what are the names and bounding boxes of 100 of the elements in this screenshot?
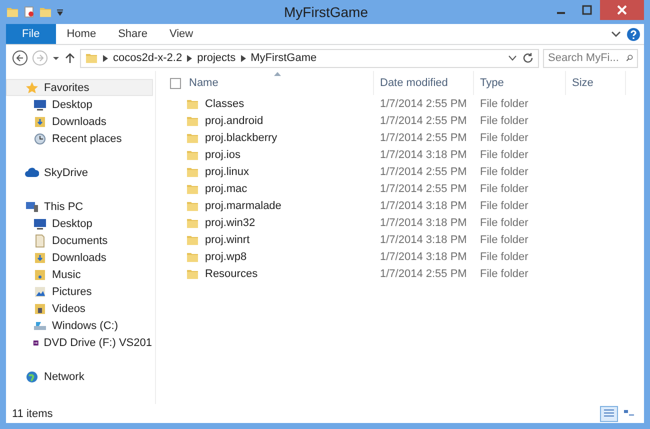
breadcrumb[interactable]: MyFirstGame xyxy=(250,52,317,64)
type-cell-text: File folder xyxy=(479,216,530,230)
file-name[interactable]: proj.wp8 xyxy=(164,248,374,265)
column-header[interactable]: Date modified xyxy=(374,71,474,95)
folder-icon xyxy=(186,200,199,212)
file-name[interactable]: proj.mac xyxy=(164,180,374,197)
list-icon xyxy=(603,408,615,419)
file-name[interactable]: proj.blackberry xyxy=(164,129,374,146)
nav-item[interactable]: Documents xyxy=(6,232,153,249)
file-name[interactable]: Classes xyxy=(164,95,374,112)
date-cell-text: 1/7/2014 2:55 PM xyxy=(379,266,468,282)
folder-icon xyxy=(186,268,199,280)
up-button[interactable] xyxy=(64,52,76,64)
nav-item[interactable]: Recent places xyxy=(6,130,153,147)
search-field[interactable]: Search MyFi... xyxy=(543,48,638,68)
chevron-down-icon[interactable] xyxy=(611,30,621,38)
type-cell-text: File folder xyxy=(479,250,530,264)
column-header[interactable]: Type xyxy=(474,71,566,95)
refresh-icon[interactable] xyxy=(522,52,534,64)
monitor-icon xyxy=(33,98,47,112)
folder-icon xyxy=(186,166,199,178)
file-name[interactable]: proj.ios xyxy=(164,146,374,163)
nav-item[interactable]: Favorites xyxy=(6,79,153,96)
close-button[interactable] xyxy=(600,0,644,20)
nav-item[interactable]: DVD Drive (F:) VS201 xyxy=(6,334,153,351)
date-cell-text: 1/7/2014 3:18 PM xyxy=(379,216,468,230)
type-cell-text: File folder xyxy=(479,130,530,146)
breadcrumb-arrow-icon[interactable] xyxy=(240,54,246,62)
date-cell-text: 1/7/2014 2:55 PM xyxy=(379,114,468,128)
file-tab[interactable]: File xyxy=(6,24,56,44)
folder-icon xyxy=(186,182,199,194)
breadcrumb-arrow-icon[interactable] xyxy=(103,54,108,62)
folder-icon xyxy=(85,52,98,64)
file-name[interactable]: proj.linux xyxy=(164,163,374,180)
download-folder-icon xyxy=(33,250,47,264)
type-cell-text: File folder xyxy=(479,198,530,214)
download-folder-icon xyxy=(33,114,47,128)
star-icon xyxy=(25,80,39,94)
folder-icon xyxy=(186,250,199,262)
music-folder-icon xyxy=(33,268,47,282)
pictures-icon xyxy=(33,284,47,298)
date-cell-text: 1/7/2014 2:55 PM xyxy=(379,130,468,146)
breadcrumb[interactable]: cocos2d-x-2.2 xyxy=(113,52,182,64)
nav-item[interactable]: This PC xyxy=(6,198,153,215)
folder-icon xyxy=(186,98,199,110)
nav-item[interactable]: Downloads xyxy=(6,249,153,266)
type-cell-text: File folder xyxy=(479,182,530,196)
monitor-icon xyxy=(33,216,47,230)
chevron-down-icon[interactable] xyxy=(508,55,517,61)
date-cell-text: 1/7/2014 2:55 PM xyxy=(379,182,468,196)
folder-icon xyxy=(186,132,199,144)
back-button[interactable] xyxy=(12,50,28,66)
nav-item[interactable]: Desktop xyxy=(6,215,153,232)
help-icon[interactable] xyxy=(627,28,640,40)
column-header[interactable]: Size xyxy=(566,71,626,95)
date-cell-text: 1/7/2014 3:18 PM xyxy=(379,250,468,264)
nav-item[interactable]: Network xyxy=(6,368,153,385)
close-icon xyxy=(617,5,627,15)
folder-icon xyxy=(186,234,199,246)
minimize-icon xyxy=(557,12,565,14)
date-cell-text: 1/7/2014 3:18 PM xyxy=(379,232,468,248)
nav-item[interactable]: Music xyxy=(6,266,153,283)
recent-places-icon xyxy=(33,132,47,146)
dropdown-icon[interactable] xyxy=(56,8,64,16)
cloud-icon xyxy=(25,166,39,180)
type-cell-text: File folder xyxy=(479,114,530,128)
breadcrumb-arrow-icon[interactable] xyxy=(187,54,192,62)
window-title: MyFirstGame xyxy=(284,4,368,20)
file-name[interactable]: Resources xyxy=(164,265,374,282)
search-icon[interactable] xyxy=(626,53,633,63)
folder-icon xyxy=(186,148,199,160)
type-cell-text: File folder xyxy=(479,96,530,112)
globe-icon xyxy=(25,370,39,384)
breadcrumb[interactable]: projects xyxy=(197,52,236,64)
date-cell-text: 1/7/2014 2:55 PM xyxy=(379,96,468,112)
recent-locations-button[interactable] xyxy=(52,54,60,62)
folder-icon xyxy=(186,114,199,126)
nav-item[interactable]: Windows (C:) xyxy=(6,317,153,334)
nav-item[interactable]: Pictures xyxy=(6,283,153,300)
file-name[interactable]: proj.win32 xyxy=(164,214,374,231)
type-cell-text: File folder xyxy=(479,164,530,180)
checkbox-icon[interactable] xyxy=(170,78,181,88)
nav-item[interactable]: Videos xyxy=(6,300,153,317)
file-name[interactable]: proj.winrt xyxy=(164,231,374,248)
sort-arrow-icon xyxy=(274,72,281,76)
nav-item[interactable]: Desktop xyxy=(6,96,153,113)
address-bar[interactable]: cocos2d-x-2.2 projects MyFirstGame xyxy=(80,48,539,68)
file-name[interactable]: proj.marmalade xyxy=(164,197,374,214)
date-cell-text: 1/7/2014 3:18 PM xyxy=(379,148,468,162)
folder-icon xyxy=(186,216,199,228)
nav-item[interactable]: SkyDrive xyxy=(6,164,153,181)
details-view-button[interactable] xyxy=(600,406,618,422)
column-header[interactable]: Name xyxy=(164,71,374,95)
properties-icon[interactable] xyxy=(23,6,35,18)
videos-folder-icon xyxy=(33,302,47,316)
type-cell-text: File folder xyxy=(479,148,530,162)
file-name[interactable]: proj.android xyxy=(164,112,374,129)
type-cell-text: File folder xyxy=(479,232,530,248)
nav-item[interactable]: Downloads xyxy=(6,113,153,130)
folder-icon xyxy=(6,6,19,18)
